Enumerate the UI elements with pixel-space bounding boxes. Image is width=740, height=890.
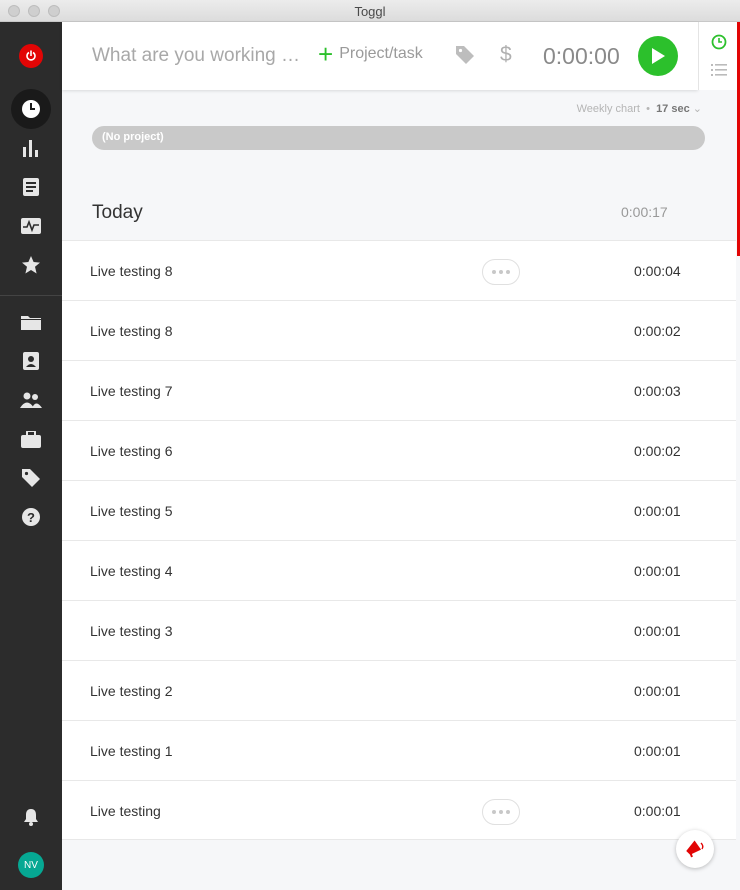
billable-dollar-icon[interactable]: $ [500,43,512,67]
time-entry-row[interactable]: Live testing 0:00:01 [62,780,736,840]
chart-separator: • [646,103,650,115]
entry-description[interactable]: Live testing 4 [90,563,173,579]
sidebar-item-tags[interactable] [11,458,51,498]
time-entry-row[interactable]: Live testing 6 0:00:02 [62,420,736,480]
sidebar-item-goals[interactable] [11,245,51,285]
tags-icon [22,469,40,487]
entry-more-button[interactable] [482,799,520,825]
weekly-chart-toggle[interactable]: Weekly chart • 17 sec ⌄ [62,102,702,115]
time-entry-row[interactable]: Live testing 7 0:00:03 [62,360,736,420]
entry-duration[interactable]: 0:00:03 [634,383,681,399]
workspaces-icon [21,430,41,448]
team-icon [20,392,42,408]
activity-icon [21,218,41,234]
time-entry-row[interactable]: Live testing 2 0:00:01 [62,660,736,720]
title-bar: Toggl [0,0,740,22]
entry-duration[interactable]: 0:00:01 [634,803,681,819]
start-timer-button[interactable] [638,36,678,76]
projects-icon [21,316,41,330]
timer-icon [22,100,40,118]
clients-icon [23,352,39,370]
time-entry-row[interactable]: Live testing 8 0:00:04 [62,240,736,300]
more-dot-icon [499,810,503,814]
time-entry-row[interactable]: Live testing 8 0:00:02 [62,300,736,360]
sidebar-item-projects[interactable] [11,302,51,342]
sidebar-item-team[interactable] [11,380,51,420]
window-title: Toggl [354,4,386,19]
goals-icon [22,256,40,274]
more-dot-icon [499,270,503,274]
power-button[interactable] [19,44,43,68]
more-dot-icon [506,270,510,274]
time-entry-row[interactable]: Live testing 1 0:00:01 [62,720,736,780]
entry-description[interactable]: Live testing 2 [90,683,173,699]
day-header: Today [92,202,143,223]
sidebar-divider [0,295,62,296]
entry-duration[interactable]: 0:00:02 [634,323,681,339]
weekly-chart-label: Weekly chart [576,103,640,115]
mode-switch [698,22,740,90]
sidebar-item-reports[interactable] [11,128,51,168]
power-icon [26,50,36,61]
play-icon [652,48,665,64]
entry-description[interactable]: Live testing 8 [90,323,173,339]
entry-description[interactable]: Live testing 5 [90,503,173,519]
entry-description[interactable]: Live testing 3 [90,623,173,639]
entry-more-button[interactable] [482,259,520,285]
entry-description[interactable]: Live testing 6 [90,443,173,459]
day-total: 0:00:17 [621,204,668,220]
more-dot-icon [506,810,510,814]
entry-duration[interactable]: 0:00:01 [634,563,681,579]
megaphone-icon [686,840,704,858]
project-distribution-bar: (No project) [92,126,705,150]
help-icon: ? [22,508,40,526]
main-panel: What are you working on? + Project/task … [62,22,740,890]
feedback-button[interactable] [676,830,714,868]
entry-duration[interactable]: 0:00:01 [634,683,681,699]
entry-duration[interactable]: 0:00:04 [634,263,681,279]
chart-total: 17 sec [656,103,690,115]
user-avatar[interactable]: NV [18,852,44,878]
sidebar-item-insights[interactable] [11,167,51,207]
tag-button[interactable] [456,46,474,69]
entry-description[interactable]: Live testing 7 [90,383,173,399]
manual-mode-list-icon[interactable] [711,64,727,76]
sidebar: ? NV [0,22,62,890]
sidebar-item-activity[interactable] [11,206,51,246]
timer-mode-icon[interactable] [711,34,727,50]
timer-duration[interactable]: 0:00:00 [543,43,620,70]
sidebar-item-clients[interactable] [11,341,51,381]
sidebar-item-workspaces[interactable] [11,419,51,459]
svg-text:?: ? [27,510,35,525]
timer-bar: What are you working on? + Project/task … [62,22,698,90]
entry-duration[interactable]: 0:00:02 [634,443,681,459]
project-task-button[interactable]: + Project/task [318,39,423,69]
notifications-button[interactable] [11,797,51,837]
tag-icon [456,46,474,64]
time-entry-row[interactable]: Live testing 4 0:00:01 [62,540,736,600]
bell-icon [24,809,38,826]
insights-icon [23,178,39,196]
time-entry-list: Live testing 8 0:00:04 Live testing 8 0:00:… [62,240,736,840]
plus-icon: + [318,39,334,69]
reports-icon [23,140,38,157]
entry-description[interactable]: Live testing 8 [90,263,173,279]
project-bar-label: (No project) [102,131,164,143]
entry-description[interactable]: Live testing [90,803,161,819]
chevron-down-icon: ⌄ [692,103,702,115]
sidebar-item-timer[interactable] [11,89,51,129]
entry-duration[interactable]: 0:00:01 [634,743,681,759]
description-input[interactable]: What are you working on? [92,45,310,67]
more-dot-icon [492,270,496,274]
project-task-label: Project/task [339,45,423,62]
time-entry-row[interactable]: Live testing 5 0:00:01 [62,480,736,540]
entry-duration[interactable]: 0:00:01 [634,623,681,639]
sidebar-item-help[interactable]: ? [11,497,51,537]
time-entry-row[interactable]: Live testing 3 0:00:01 [62,600,736,660]
entry-description[interactable]: Live testing 1 [90,743,173,759]
entry-duration[interactable]: 0:00:01 [634,503,681,519]
more-dot-icon [492,810,496,814]
